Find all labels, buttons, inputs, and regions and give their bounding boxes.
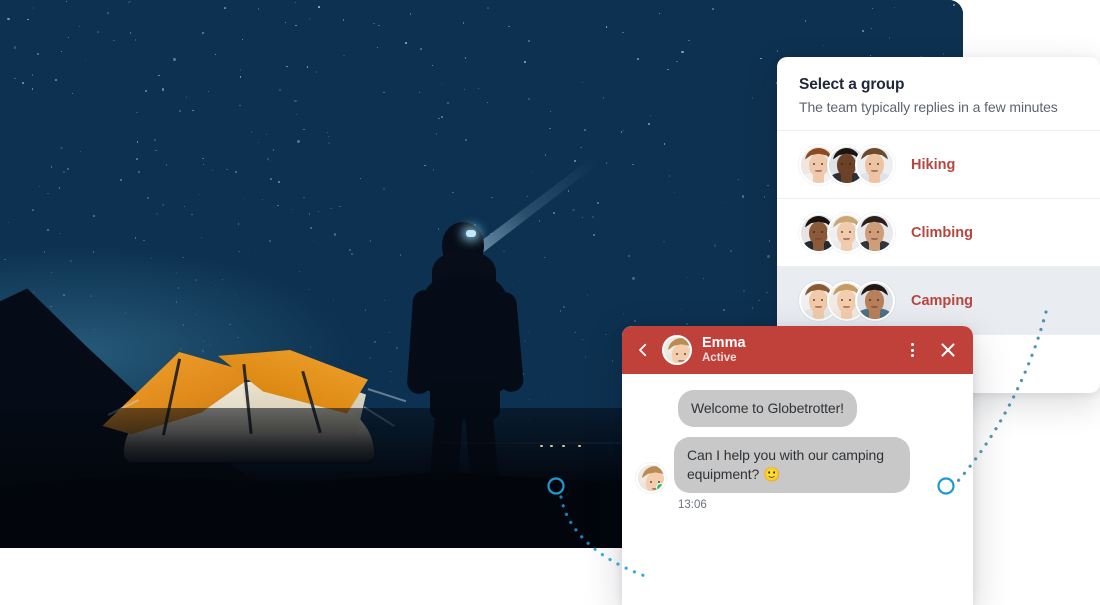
chat-agent-name: Emma (702, 334, 746, 351)
chat-message: Can I help you with our camping equipmen… (636, 437, 959, 494)
face-male-brown (857, 146, 893, 183)
avatar (636, 463, 666, 494)
avatar (855, 280, 895, 321)
message-timestamp: 13:06 (678, 499, 707, 512)
avatar-stack (799, 144, 895, 186)
group-name-label: Camping (911, 292, 974, 309)
chat-agent-status: Active (702, 352, 737, 365)
kebab-menu-icon[interactable] (903, 341, 921, 359)
group-name-label: Climbing (911, 224, 974, 241)
group-name-label: Hiking (911, 156, 956, 173)
chat-message: Welcome to Globetrotter! (636, 390, 959, 428)
headlamp-icon (466, 230, 476, 237)
face-male-tan (857, 282, 893, 319)
avatar (855, 212, 895, 253)
screenshot-stage: Select a group The team typically replie… (0, 0, 1100, 605)
chat-widget: Emma Active Welcome to Globetrotter! Can (622, 326, 973, 605)
avatar (855, 144, 895, 185)
group-panel-title: Select a group (799, 76, 905, 93)
message-bubble: Can I help you with our camping equipmen… (674, 437, 910, 494)
face-male-beard (857, 214, 893, 251)
chevron-left-icon[interactable] (634, 341, 652, 359)
avatar-stack (799, 280, 895, 322)
avatar (662, 335, 692, 365)
group-row-climbing[interactable]: Climbing (777, 198, 1100, 266)
group-panel-header: Select a group The team typically replie… (777, 57, 1100, 130)
face-emma (664, 337, 690, 363)
message-bubble: Welcome to Globetrotter! (678, 390, 857, 428)
group-row-hiking[interactable]: Hiking (777, 130, 1100, 198)
group-row-camping[interactable]: Camping (777, 266, 1100, 334)
group-panel-subtitle: The team typically replies in a few minu… (799, 99, 1058, 115)
avatar-stack (799, 212, 895, 254)
chat-agent-meta: Emma Active (702, 335, 893, 365)
chat-message-list: Welcome to Globetrotter! Can I help you … (622, 374, 973, 511)
close-icon[interactable] (937, 339, 959, 361)
chat-header: Emma Active (622, 326, 973, 374)
